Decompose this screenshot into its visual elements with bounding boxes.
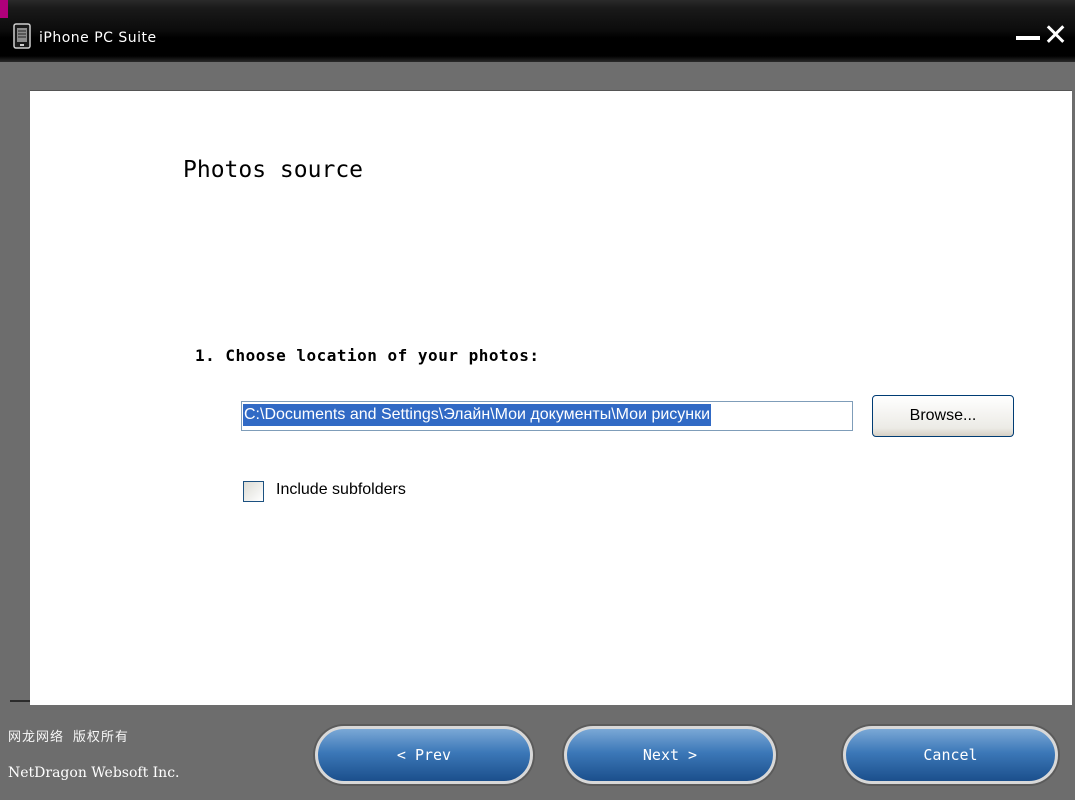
title-bar[interactable]: iPhone PC Suite ✕ [0,0,1075,62]
browse-button[interactable]: Browse... [872,395,1014,437]
page-title: Photos source [183,157,364,183]
footer-divider [10,690,30,702]
footer-copyright: 网龙网络 版权所有 [8,730,129,745]
cancel-button[interactable]: Cancel [843,726,1058,784]
window-corner-accent [0,0,8,18]
minimize-icon [1016,36,1040,40]
include-subfolders-label[interactable]: Include subfolders [276,481,406,499]
include-subfolders-checkbox[interactable] [243,481,264,502]
photo-location-value: C:\Documents and Settings\Элайн\Мои доку… [243,404,712,426]
window-title: iPhone PC Suite [39,30,157,46]
left-frame [0,90,30,790]
close-icon: ✕ [1043,18,1069,53]
footer-company: NetDragon Websoft Inc. [8,765,180,781]
app-window: iPhone PC Suite ✕ Photos source 1. Choos… [0,0,1075,800]
next-button[interactable]: Next > [564,726,776,784]
title-divider [0,62,1075,90]
minimize-button[interactable] [1016,26,1042,48]
step-label: 1. Choose location of your photos: [195,346,540,365]
close-button[interactable]: ✕ [1043,21,1069,51]
phone-icon [13,23,31,49]
photo-location-input[interactable]: C:\Documents and Settings\Элайн\Мои доку… [241,401,853,431]
prev-button[interactable]: < Prev [315,726,533,784]
